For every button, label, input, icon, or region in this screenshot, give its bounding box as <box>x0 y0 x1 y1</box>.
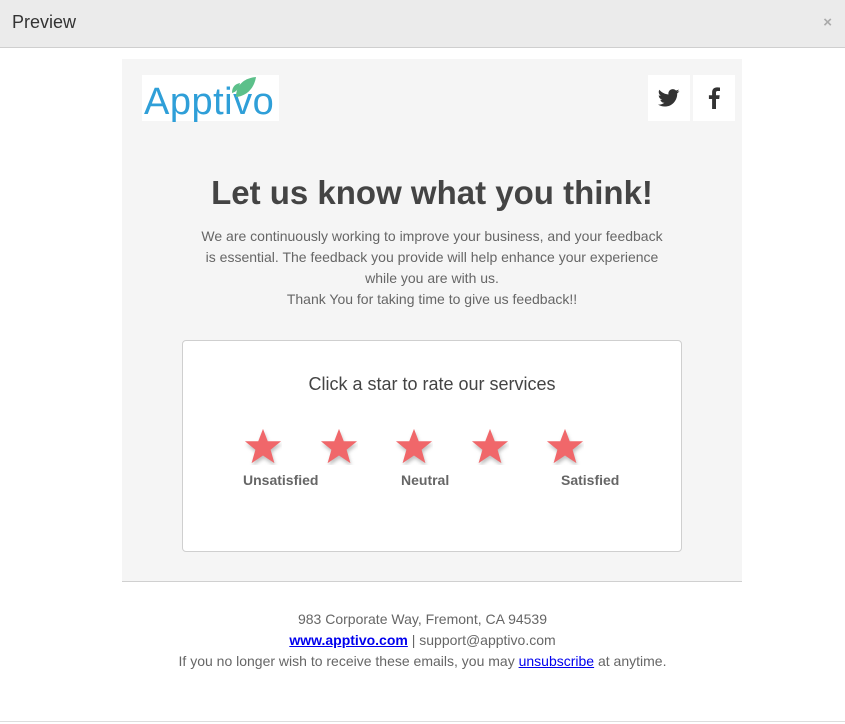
headline: Let us know what you think! <box>211 174 653 211</box>
footer-unsubscribe: If you no longer wish to receive these e… <box>0 651 845 672</box>
label-satisfied: Satisfied <box>561 472 620 488</box>
email-footer: 983 Corporate Way, Fremont, CA 94539 www… <box>0 609 845 672</box>
paragraph-line: We are continuously working to improve y… <box>201 228 663 244</box>
star-1-icon[interactable] <box>244 427 282 465</box>
star-5-icon[interactable] <box>546 427 584 465</box>
label-neutral: Neutral <box>401 472 450 488</box>
contact-separator: | <box>407 632 420 648</box>
paragraph-line: is essential. The feedback you provide w… <box>205 249 659 265</box>
twitter-button[interactable] <box>648 75 690 121</box>
star-4-icon[interactable] <box>471 427 509 465</box>
close-icon[interactable]: × <box>823 14 832 31</box>
label-unsatisfied: Unsatisfied <box>243 472 319 488</box>
leaf-icon <box>232 77 256 97</box>
footer-address: 983 Corporate Way, Fremont, CA 94539 <box>297 611 547 627</box>
feedback-paragraph: We are continuously working to improve y… <box>192 226 672 310</box>
paragraph-line: while you are with us. <box>365 270 499 286</box>
window-title: Preview <box>12 12 77 32</box>
unsub-prefix: If you no longer wish to receive these e… <box>178 653 519 669</box>
footer-contact: www.apptivo.com | support@apptivo.com <box>0 630 845 651</box>
paragraph-line: Thank You for taking time to give us fee… <box>286 291 578 307</box>
facebook-icon <box>708 87 720 109</box>
twitter-icon <box>658 89 680 107</box>
apptivo-logo: Apptivo <box>142 75 279 123</box>
bottom-divider <box>0 721 845 722</box>
support-email: support@apptivo.com <box>419 632 556 648</box>
email-card: Apptivo Let us know what you think! We a… <box>122 59 742 582</box>
star-2-icon[interactable] <box>320 427 358 465</box>
facebook-button[interactable] <box>693 75 735 121</box>
star-3-icon[interactable] <box>395 427 433 465</box>
unsub-suffix: at anytime. <box>594 653 667 669</box>
rating-prompt: Click a star to rate our services <box>308 374 556 394</box>
unsubscribe-link[interactable]: unsubscribe <box>519 653 595 669</box>
rating-box: Click a star to rate our services Unsati… <box>182 340 682 552</box>
website-link[interactable]: www.apptivo.com <box>289 632 408 648</box>
preview-titlebar: Preview × <box>0 0 845 48</box>
